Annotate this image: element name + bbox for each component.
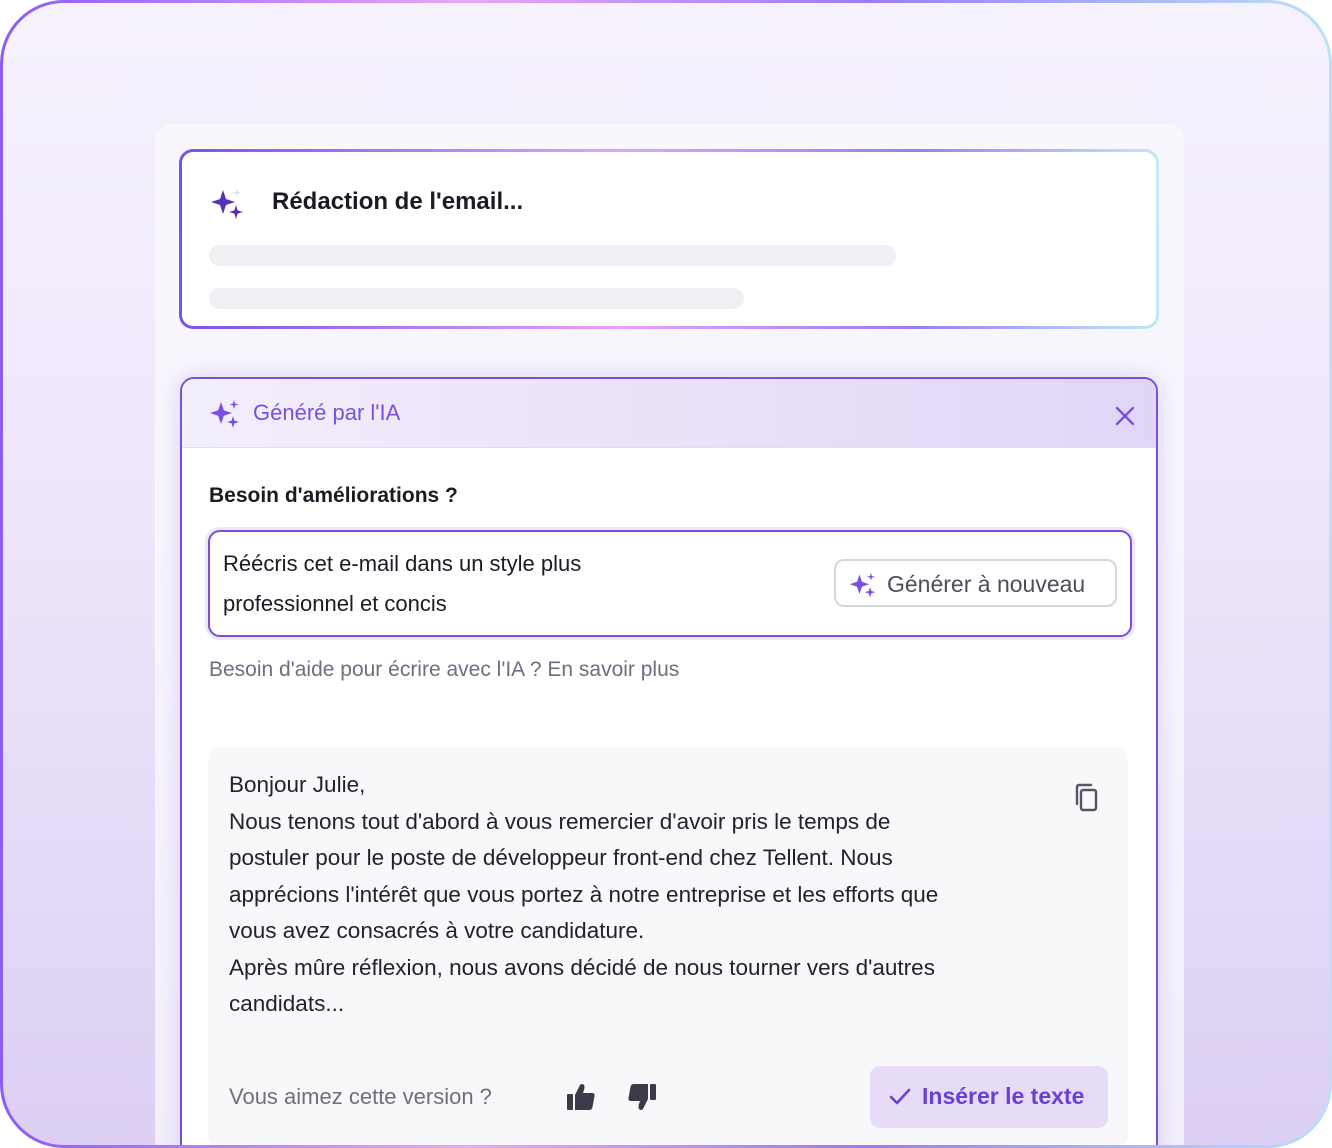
email-line: postuler pour le poste de développeur fr…: [229, 845, 893, 870]
prompt-line: Réécris cet e-mail dans un style plus: [223, 551, 582, 576]
check-icon: [889, 1088, 911, 1105]
close-icon[interactable]: [1114, 405, 1136, 427]
copy-icon[interactable]: [1072, 782, 1100, 814]
ai-sparkle-icon: [210, 400, 239, 428]
loading-skeleton-line: [209, 288, 744, 309]
insert-text-label: Insérer le texte: [922, 1083, 1085, 1109]
help-link[interactable]: Besoin d'aide pour écrire avec l'IA ? En…: [209, 658, 679, 682]
generated-email-box: Bonjour Julie, Nous tenons tout d'abord …: [208, 747, 1128, 1145]
ai-sparkle-icon: [849, 572, 876, 598]
ai-panel-header: Généré par l'IA: [182, 379, 1156, 448]
email-line: Après mûre réflexion, nous avons décidé …: [229, 954, 935, 980]
drafting-status-card: Rédaction de l'email...: [179, 149, 1159, 329]
insert-text-button[interactable]: Insérer le texte: [870, 1066, 1108, 1128]
email-line: vous avez consacrés à votre candidature.: [229, 918, 645, 943]
regenerate-label: Générer à nouveau: [887, 571, 1086, 597]
email-line: Bonjour Julie,: [229, 772, 366, 797]
loading-skeleton-line: [209, 245, 896, 266]
generated-email-text: Bonjour Julie, Nous tenons tout d'abord …: [229, 767, 1049, 1023]
window-background: Rédaction de l'email... Généré par l'IA …: [3, 3, 1329, 1145]
ai-generated-label: Généré par l'IA: [253, 400, 401, 425]
email-line: candidats...: [229, 991, 345, 1016]
improvement-prompt-input[interactable]: Réécris cet e-mail dans un style plus pr…: [208, 530, 1132, 637]
ai-generated-panel: Généré par l'IA Besoin d'améliorations ?…: [180, 377, 1158, 1145]
improvement-label: Besoin d'améliorations ?: [209, 484, 458, 507]
drafting-title: Rédaction de l'email...: [272, 188, 524, 215]
email-line: apprécions l'intérêt que vous portez à n…: [229, 881, 939, 907]
regenerate-button[interactable]: Générer à nouveau: [834, 559, 1117, 607]
prompt-text[interactable]: Réécris cet e-mail dans un style plus pr…: [223, 544, 693, 624]
thumbs-up-icon[interactable]: [565, 1081, 597, 1113]
ai-sparkle-icon: [211, 188, 243, 219]
window-frame: Rédaction de l'email... Généré par l'IA …: [0, 0, 1332, 1148]
thumbs-down-icon[interactable]: [626, 1081, 658, 1113]
prompt-line: professionnel et concis: [223, 591, 447, 616]
email-line: Nous tenons tout d'abord à vous remercie…: [229, 808, 891, 834]
feedback-label: Vous aimez cette version ?: [229, 1084, 492, 1109]
